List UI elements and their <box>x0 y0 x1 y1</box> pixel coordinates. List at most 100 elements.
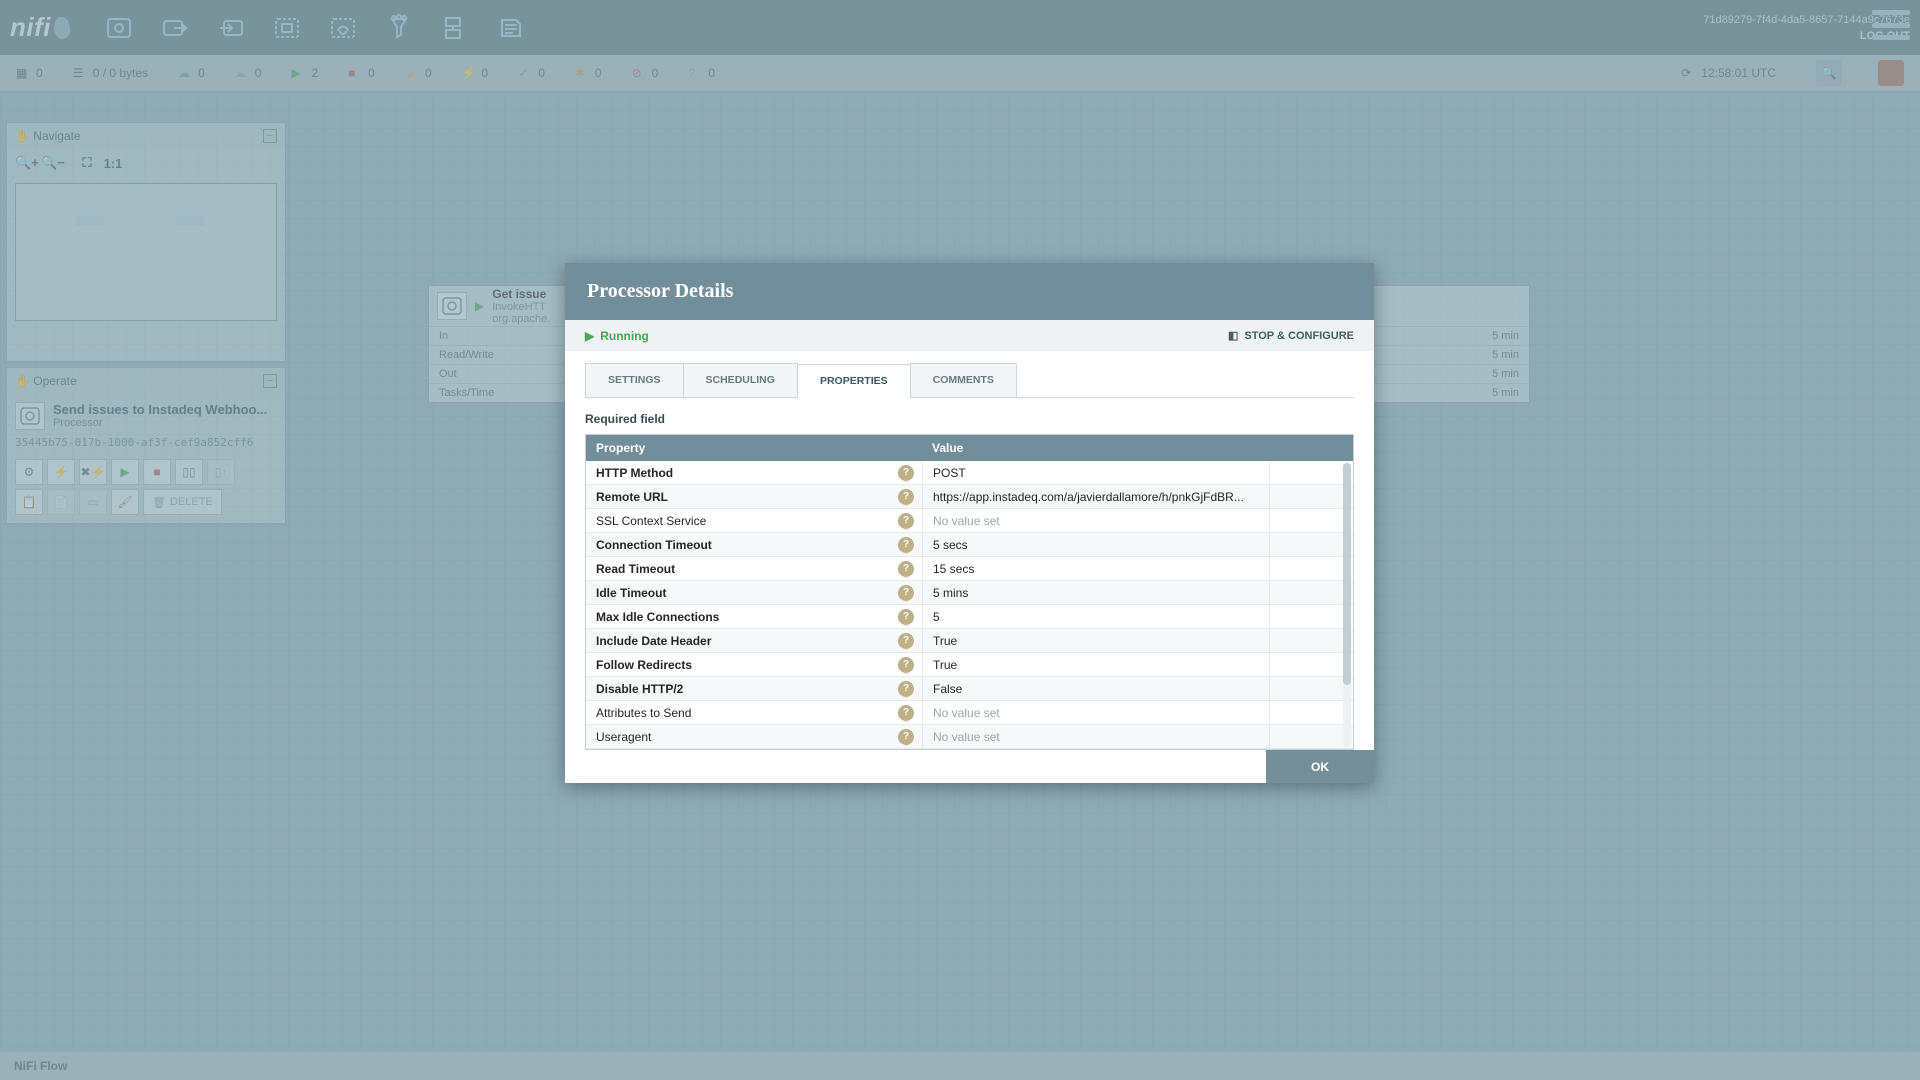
stale-icon: ✱ <box>575 66 589 80</box>
help-icon[interactable]: ? <box>898 633 914 649</box>
property-row[interactable]: Useragent?No value set <box>586 725 1353 749</box>
group-icon: ▭ <box>79 489 107 515</box>
cloud-in-icon: ☁ <box>178 66 192 80</box>
search-button[interactable]: 🔍 <box>1816 60 1842 86</box>
property-row[interactable]: Include Date Header?True <box>586 629 1353 653</box>
collapse-icon[interactable]: − <box>263 129 277 143</box>
help-icon[interactable]: ? <box>898 537 914 553</box>
add-funnel-icon[interactable] <box>380 9 418 47</box>
add-input-port-icon[interactable] <box>156 9 194 47</box>
property-row[interactable]: HTTP Method?POST <box>586 461 1353 485</box>
stat-stopped: ■0 <box>348 66 375 80</box>
help-icon[interactable]: ? <box>898 513 914 529</box>
zoom-actual-icon[interactable]: 1:1 <box>101 151 125 175</box>
warning-icon: ▲ <box>405 66 419 80</box>
property-value: https://app.instadeq.com/a/javierdallamo… <box>922 485 1269 508</box>
stop-and-configure-button[interactable]: ◧ STOP & CONFIGURE <box>1228 329 1354 342</box>
property-name: SSL Context Service? <box>586 513 922 529</box>
property-value: POST <box>922 461 1269 484</box>
add-remote-group-icon[interactable] <box>324 9 362 47</box>
help-icon[interactable]: ? <box>898 657 914 673</box>
property-value: No value set <box>922 725 1269 748</box>
help-icon[interactable]: ? <box>898 561 914 577</box>
proc-name: Get issue <box>492 287 550 301</box>
property-actions <box>1269 677 1353 700</box>
check-icon: ✓ <box>518 66 532 80</box>
copy-icon[interactable]: 📋 <box>15 489 43 515</box>
property-row[interactable]: Attributes to Send?No value set <box>586 701 1353 725</box>
help-icon[interactable]: ? <box>898 729 914 745</box>
add-process-group-icon[interactable] <box>268 9 306 47</box>
navigate-tools: 🔍+ 🔍− ⛶ 1:1 <box>7 149 285 177</box>
property-row[interactable]: Read Timeout?15 secs <box>586 557 1353 581</box>
processor-icon <box>15 402 45 430</box>
col-property: Property <box>586 441 922 455</box>
add-template-icon[interactable] <box>436 9 474 47</box>
breadcrumb[interactable]: NiFi Flow <box>14 1059 67 1073</box>
refresh-icon[interactable]: ⟳ <box>1681 66 1695 80</box>
add-output-port-icon[interactable] <box>212 9 250 47</box>
navigate-header: ✋ Navigate − <box>7 123 285 149</box>
template-icon[interactable]: ▯▯ <box>175 459 203 485</box>
tab-settings[interactable]: SETTINGS <box>585 363 684 397</box>
tab-scheduling[interactable]: SCHEDULING <box>683 363 798 397</box>
stat-time: ⟳12:58:01 UTC <box>1681 66 1776 80</box>
property-row[interactable]: Max Idle Connections?5 <box>586 605 1353 629</box>
start-icon[interactable]: ▶ <box>111 459 139 485</box>
add-label-icon[interactable] <box>492 9 530 47</box>
property-row[interactable]: Follow Redirects?True <box>586 653 1353 677</box>
property-value: No value set <box>922 509 1269 532</box>
stat-invalid: ▲0 <box>405 66 432 80</box>
property-row[interactable]: Idle Timeout?5 mins <box>586 581 1353 605</box>
property-value: True <box>922 629 1269 652</box>
property-actions <box>1269 509 1353 532</box>
add-processor-icon[interactable] <box>100 9 138 47</box>
property-row[interactable]: SSL Context Service?No value set <box>586 509 1353 533</box>
enable-icon[interactable]: ⚡ <box>47 459 75 485</box>
help-icon[interactable]: ? <box>898 585 914 601</box>
cloud-out-icon: ☁ <box>235 66 249 80</box>
property-row[interactable]: Remote URL?https://app.instadeq.com/a/ja… <box>586 485 1353 509</box>
property-row[interactable]: Connection Timeout?5 secs <box>586 533 1353 557</box>
threads-icon: ▦ <box>16 66 30 80</box>
scrollbar[interactable] <box>1343 463 1351 747</box>
property-actions <box>1269 701 1353 724</box>
zoom-fit-icon[interactable]: ⛶ <box>75 151 99 175</box>
properties-table: Property Value HTTP Method?POSTRemote UR… <box>585 434 1354 750</box>
tab-properties[interactable]: PROPERTIES <box>797 364 911 398</box>
property-name: Max Idle Connections? <box>586 609 922 625</box>
help-icon[interactable]: ? <box>898 489 914 505</box>
property-row[interactable]: Disable HTTP/2?False <box>586 677 1353 701</box>
collapse-icon[interactable]: − <box>263 374 277 388</box>
stat-running: ▶2 <box>291 66 318 80</box>
dialog-status-row: ▶ Running ◧ STOP & CONFIGURE <box>565 320 1374 351</box>
configure-icon[interactable]: ⚙ <box>15 459 43 485</box>
birdseye-node <box>176 216 204 226</box>
sync-fail-icon: ⊘ <box>632 66 646 80</box>
help-icon[interactable]: ? <box>898 609 914 625</box>
proc-org: org.apache. <box>492 313 550 325</box>
operate-id: 35445b75-017b-1000-af3f-cef9a852cff6 <box>15 436 277 449</box>
bulletin-button[interactable] <box>1878 60 1904 86</box>
color-icon[interactable]: 🖌 <box>111 489 139 515</box>
help-icon[interactable]: ? <box>898 681 914 697</box>
help-icon[interactable]: ? <box>898 465 914 481</box>
property-name: Include Date Header? <box>586 633 922 649</box>
stop-icon[interactable]: ■ <box>143 459 171 485</box>
property-value: True <box>922 653 1269 676</box>
processor-details-dialog: Processor Details ▶ Running ◧ STOP & CON… <box>565 263 1374 783</box>
birdseye-view[interactable] <box>15 183 277 321</box>
ok-button[interactable]: OK <box>1266 750 1374 783</box>
properties-header: Property Value <box>586 435 1353 461</box>
help-icon[interactable]: ? <box>898 705 914 721</box>
tab-comments[interactable]: COMMENTS <box>910 363 1017 397</box>
disable-icon[interactable]: ✖⚡ <box>79 459 107 485</box>
running-status: ▶ Running <box>585 329 649 343</box>
zoom-out-icon[interactable]: 🔍− <box>41 151 65 175</box>
properties-body[interactable]: HTTP Method?POSTRemote URL?https://app.i… <box>586 461 1353 749</box>
properties-pane: Required field Property Value HTTP Metho… <box>565 398 1374 750</box>
scrollbar-thumb[interactable] <box>1343 463 1351 685</box>
delete-button[interactable]: 🗑DELETE <box>143 489 222 515</box>
zoom-in-icon[interactable]: 🔍+ <box>15 151 39 175</box>
global-menu-icon[interactable] <box>1872 10 1910 40</box>
